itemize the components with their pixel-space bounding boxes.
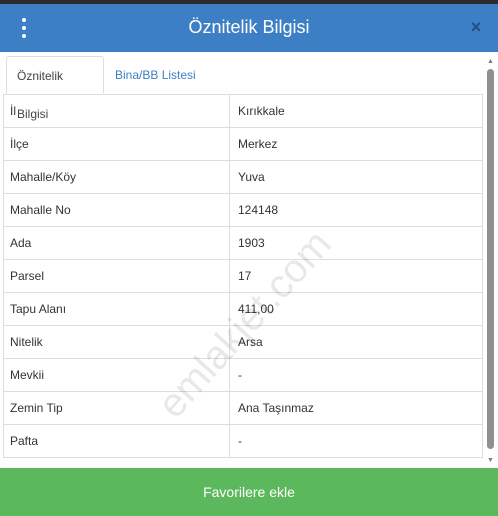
table-row: Mevkii -: [3, 358, 483, 392]
attr-value: -: [229, 424, 483, 458]
attr-key: İlçe: [3, 127, 230, 161]
dialog-header: Öznitelik Bilgisi ×: [0, 4, 498, 52]
dialog-title: Öznitelik Bilgisi: [188, 17, 310, 37]
close-icon[interactable]: ×: [468, 16, 484, 38]
attr-value: 411,00: [229, 292, 483, 326]
vertical-scrollbar[interactable]: ▲ ▼: [486, 57, 495, 467]
add-to-favorites-button[interactable]: Favorilere ekle: [0, 468, 498, 516]
attr-key: Parsel: [3, 259, 230, 293]
attr-value: Merkez: [229, 127, 483, 161]
tab-bina-bb-listesi[interactable]: Bina/BB Listesi: [105, 56, 206, 94]
attr-value: 1903: [229, 226, 483, 260]
attr-key: Nitelik: [3, 325, 230, 359]
attr-value: Yuva: [229, 160, 483, 194]
table-row: Mahalle/Köy Yuva: [3, 160, 483, 194]
table-row: İlçe Merkez: [3, 127, 483, 161]
table-row: İl Kırıkkale: [3, 94, 483, 128]
table-row: Tapu Alanı 411,00: [3, 292, 483, 326]
tab-oznitelik-bilgisi[interactable]: Öznitelik Bilgisi: [6, 56, 104, 121]
attr-value: -: [229, 358, 483, 392]
attr-value: Ana Taşınmaz: [229, 391, 483, 425]
table-row: Nitelik Arsa: [3, 325, 483, 359]
scroll-down-arrow-icon[interactable]: ▼: [486, 456, 495, 465]
attr-key: Mahalle/Köy: [3, 160, 230, 194]
tab-bar: Öznitelik Bilgisi Bina/BB Listesi: [3, 56, 483, 121]
scroll-up-arrow-icon[interactable]: ▲: [486, 57, 495, 66]
table-row: Mahalle No 124148: [3, 193, 483, 227]
attr-key: İl: [3, 94, 230, 128]
attribute-table: İl Kırıkkale İlçe Merkez Mahalle/Köy Yuva M…: [3, 94, 483, 458]
attr-key: Mevkii: [3, 358, 230, 392]
attr-value: Kırıkkale: [229, 94, 483, 128]
attr-key: Pafta: [3, 424, 230, 458]
attr-key: Zemin Tip: [3, 391, 230, 425]
attr-key: Tapu Alanı: [3, 292, 230, 326]
attr-key: Ada: [3, 226, 230, 260]
table-row: Parsel 17: [3, 259, 483, 293]
attr-value: Arsa: [229, 325, 483, 359]
table-row: Pafta -: [3, 424, 483, 458]
table-row: Zemin Tip Ana Taşınmaz: [3, 391, 483, 425]
dialog-body: Öznitelik Bilgisi Bina/BB Listesi İl Kırı…: [0, 52, 498, 468]
attr-key: Mahalle No: [3, 193, 230, 227]
attr-value: 17: [229, 259, 483, 293]
scrollbar-thumb[interactable]: [487, 69, 494, 449]
attr-value: 124148: [229, 193, 483, 227]
table-row: Ada 1903: [3, 226, 483, 260]
